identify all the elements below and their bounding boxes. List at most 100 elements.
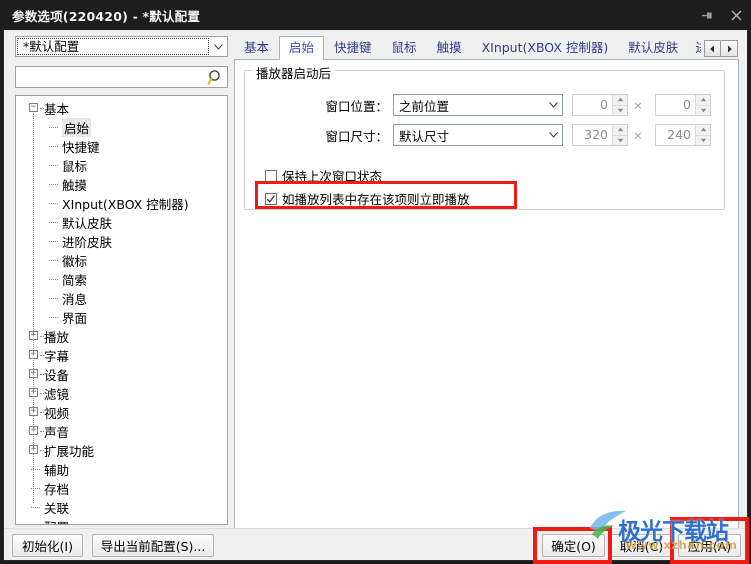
keep-last-window-state-checkbox[interactable]: 保持上次窗口状态 <box>265 166 382 185</box>
tree-item-17[interactable]: + 声音 <box>16 422 227 441</box>
window-position-x-stepper[interactable]: 0 <box>572 94 628 116</box>
sidebar: *默认配置 − 基本 启始 快捷键鼠标 触摸 XInput(XBOX 控制器) 默认皮肤 进阶… <box>15 36 230 525</box>
tree-item-1[interactable]: 启始 <box>16 118 227 137</box>
caret-right-icon[interactable] <box>721 40 739 57</box>
checkbox-checked-icon[interactable] <box>265 192 277 205</box>
chevron-down-icon[interactable] <box>209 37 227 56</box>
tree-item-22[interactable]: 配置 <box>16 517 227 524</box>
window-size-select[interactable]: 默认尺寸 <box>393 124 563 146</box>
initialize-button[interactable]: 初始化(I) <box>12 534 83 557</box>
caret-left-icon[interactable] <box>704 40 722 57</box>
tree-item-6[interactable]: 默认皮肤 <box>16 213 227 232</box>
chevron-down-icon[interactable] <box>544 130 562 141</box>
expand-icon[interactable]: + <box>29 445 38 454</box>
tree-item-4[interactable]: 触摸 <box>16 175 227 194</box>
stepper-up-icon[interactable] <box>613 125 627 136</box>
checkbox-unchecked-icon[interactable] <box>265 169 277 182</box>
window-size-select-value: 默认尺寸 <box>399 128 450 144</box>
tree-item-9[interactable]: 简索 <box>16 270 227 289</box>
tree-item-label: 字幕 <box>44 349 70 364</box>
window-position-select[interactable]: 之前位置 <box>393 94 563 116</box>
chevron-down-icon[interactable] <box>544 100 562 111</box>
window-position-x-value: 0 <box>600 97 608 112</box>
expand-icon[interactable]: + <box>29 426 38 435</box>
tree-item-0[interactable]: − 基本 <box>16 99 227 118</box>
size-separator: × <box>633 128 643 142</box>
tab-2[interactable]: 快捷键 <box>324 36 382 60</box>
tree-item-14[interactable]: + 设备 <box>16 365 227 384</box>
tree-item-10[interactable]: 消息 <box>16 289 227 308</box>
tree-item-21[interactable]: 关联 <box>16 498 227 517</box>
tree-item-19[interactable]: 辅助 <box>16 460 227 479</box>
expand-icon[interactable]: + <box>29 369 38 378</box>
tree-item-20[interactable]: 存档 <box>16 479 227 498</box>
stepper-up-icon[interactable] <box>696 125 710 136</box>
options-dialog: 参数选项(220420) - *默认配置 *默认配置 − 基本 启始 快捷键 鼠… <box>0 0 751 564</box>
stepper-down-icon[interactable] <box>696 105 710 115</box>
play-if-in-playlist-label: 如播放列表中存在该项则立即播放 <box>282 192 470 207</box>
tree-item-11[interactable]: 界面 <box>16 308 227 327</box>
settings-tree[interactable]: − 基本 启始 快捷键鼠标 触摸 XInput(XBOX 控制器) 默认皮肤 进阶皮肤徽标简索… <box>15 95 228 525</box>
tree-item-label: 配置 <box>44 517 69 524</box>
cancel-button[interactable]: 取消(C) <box>610 534 673 557</box>
highlight-box-ok <box>533 527 612 564</box>
tree-item-label: XInput(XBOX 控制器) <box>62 197 189 212</box>
stepper-down-icon[interactable] <box>696 135 710 145</box>
stepper-up-icon[interactable] <box>613 95 627 106</box>
tree-item-16[interactable]: + 视频 <box>16 403 227 422</box>
profile-combobox[interactable]: *默认配置 <box>15 36 228 57</box>
export-config-button[interactable]: 导出当前配置(S)... <box>92 534 214 557</box>
tree-item-5[interactable]: XInput(XBOX 控制器) <box>16 194 227 213</box>
tab-0[interactable]: 基本 <box>234 36 279 60</box>
tree-item-18[interactable]: + 扩展功能 <box>16 441 227 460</box>
stepper-buttons[interactable] <box>612 125 627 145</box>
tree-item-label: 简索 <box>62 273 88 288</box>
tree-item-7[interactable]: 进阶皮肤 <box>16 232 227 251</box>
title-bar: 参数选项(220420) - *默认配置 <box>0 0 751 30</box>
highlight-box-apply <box>670 517 749 564</box>
tree-item-2[interactable]: 快捷键 <box>16 137 227 156</box>
window-size-height-stepper[interactable]: 240 <box>655 124 711 146</box>
search-icon[interactable] <box>203 67 227 87</box>
window-position-label: 窗口位置： <box>325 98 388 114</box>
tab-5[interactable]: XInput(XBOX 控制器) <box>472 36 619 60</box>
tree-item-15[interactable]: + 滤镜 <box>16 384 227 403</box>
tree-item-3[interactable]: 鼠标 <box>16 156 227 175</box>
stepper-buttons[interactable] <box>695 95 710 115</box>
play-if-in-playlist-checkbox[interactable]: 如播放列表中存在该项则立即播放 <box>265 189 470 208</box>
tab-3[interactable]: 鼠标 <box>382 36 427 60</box>
expand-icon[interactable]: + <box>29 350 38 359</box>
tree-item-label: 播放 <box>44 330 70 345</box>
tree-item-8[interactable]: 徽标 <box>16 251 227 270</box>
tab-6[interactable]: 默认皮肤 <box>618 36 688 60</box>
tree-item-label: 声音 <box>44 425 70 440</box>
tree-item-12[interactable]: + 播放 <box>16 327 227 346</box>
profile-combobox-value: *默认配置 <box>17 38 209 55</box>
expand-icon[interactable]: + <box>29 388 38 397</box>
tab-4[interactable]: 触摸 <box>427 36 472 60</box>
tree-item-label: 设备 <box>44 368 70 383</box>
search-box[interactable] <box>15 66 228 88</box>
window-size-width-stepper[interactable]: 320 <box>572 124 628 146</box>
expand-icon[interactable]: + <box>29 331 38 340</box>
tree-item-label: 鼠标 <box>62 159 88 174</box>
stepper-down-icon[interactable] <box>613 105 627 115</box>
stepper-buttons[interactable] <box>612 95 627 115</box>
window-position-select-value: 之前位置 <box>399 98 450 114</box>
tree-item-13[interactable]: + 字幕 <box>16 346 227 365</box>
window-position-y-stepper[interactable]: 0 <box>655 94 711 116</box>
collapse-icon[interactable]: − <box>29 103 38 112</box>
window-size-row: 窗口尺寸： 默认尺寸 320 × 240 <box>245 123 726 147</box>
tree-item-label: 徽标 <box>62 254 88 269</box>
close-icon[interactable] <box>721 2 751 28</box>
stepper-up-icon[interactable] <box>696 95 710 106</box>
stepper-buttons[interactable] <box>695 125 710 145</box>
window-title: 参数选项(220420) - *默认配置 <box>12 8 201 24</box>
tree-item-label: 启始 <box>62 118 92 137</box>
tab-1[interactable]: 启始 <box>279 36 325 60</box>
stepper-down-icon[interactable] <box>613 135 627 145</box>
expand-icon[interactable]: + <box>29 407 38 416</box>
pin-icon[interactable] <box>691 2 721 28</box>
search-input[interactable] <box>16 68 203 86</box>
tab-7[interactable]: 进 <box>688 36 702 60</box>
